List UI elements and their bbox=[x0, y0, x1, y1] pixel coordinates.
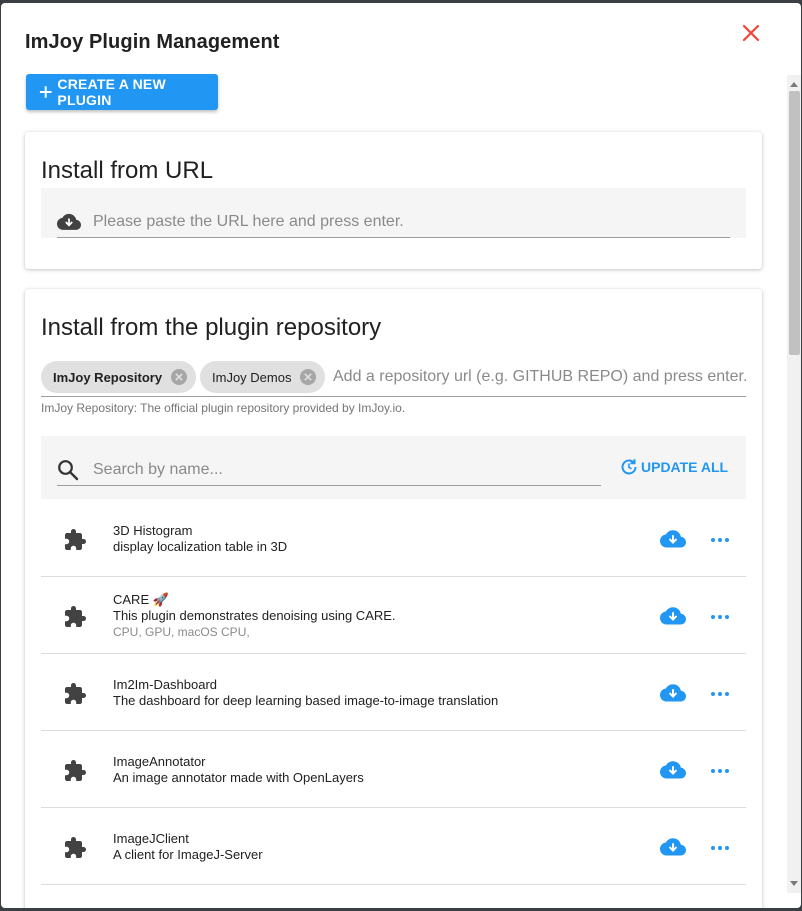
plugin-name: Im2Im-Dashboard bbox=[113, 677, 218, 692]
install-plugin-icon[interactable] bbox=[660, 606, 686, 626]
plugin-name: ImageAnnotator bbox=[113, 754, 206, 769]
url-input[interactable]: Please paste the URL here and press ente… bbox=[41, 188, 746, 238]
plugin-tags: CPU, GPU, macOS CPU, bbox=[113, 625, 250, 639]
more-options-icon[interactable] bbox=[709, 767, 731, 775]
puzzle-icon bbox=[65, 837, 86, 858]
update-all-label: UPDATE ALL bbox=[641, 459, 729, 475]
remove-chip-icon[interactable] bbox=[299, 368, 317, 386]
plugin-item-imagejclient[interactable]: ImageJClient A client for ImageJ-Server bbox=[41, 808, 746, 885]
chip-label: ImJoy Demos bbox=[212, 369, 292, 385]
chip-imjoy-repository[interactable]: ImJoy Repository bbox=[41, 361, 196, 393]
install-from-url-card: Install from URL Please paste the URL he… bbox=[25, 132, 762, 269]
dialog-content: CREATE A NEW PLUGIN Install from URL Ple… bbox=[1, 71, 801, 908]
more-options-icon[interactable] bbox=[709, 613, 731, 621]
install-plugin-icon[interactable] bbox=[660, 837, 686, 857]
plugin-name: 3D Histogram bbox=[113, 523, 193, 538]
puzzle-icon bbox=[65, 529, 86, 550]
plugin-management-dialog: ImJoy Plugin Management CREATE A NEW PLU… bbox=[1, 3, 801, 908]
create-new-plugin-button[interactable]: CREATE A NEW PLUGIN bbox=[26, 74, 218, 110]
more-options-icon[interactable] bbox=[709, 536, 731, 544]
repository-selector[interactable]: ImJoy Repository ImJoy Demos Add a repos… bbox=[41, 361, 747, 397]
install-plugin-icon[interactable] bbox=[660, 683, 686, 703]
plugin-description: An image annotator made with OpenLayers bbox=[113, 770, 364, 785]
install-from-repository-card: Install from the plugin repository ImJoy… bbox=[25, 289, 762, 908]
plugin-description: display localization table in 3D bbox=[113, 539, 288, 554]
more-options-icon[interactable] bbox=[709, 690, 731, 698]
dialog-title: ImJoy Plugin Management bbox=[25, 31, 280, 53]
url-input-placeholder: Please paste the URL here and press ente… bbox=[93, 213, 404, 230]
plugin-item-3d-histogram[interactable]: 3D Histogram display localization table … bbox=[41, 500, 746, 577]
search-underline bbox=[57, 485, 601, 486]
puzzle-icon bbox=[65, 760, 86, 781]
puzzle-icon bbox=[65, 683, 86, 704]
search-icon bbox=[58, 460, 79, 481]
install-plugin-icon[interactable] bbox=[660, 760, 686, 780]
chip-label: ImJoy Repository bbox=[53, 369, 163, 385]
install-plugin-icon[interactable] bbox=[660, 529, 686, 549]
plugin-item-care[interactable]: CARE 🚀 This plugin demonstrates denoisin… bbox=[41, 577, 746, 654]
install-from-url-title: Install from URL bbox=[41, 157, 214, 184]
chip-imjoy-demos[interactable]: ImJoy Demos bbox=[200, 361, 325, 393]
plugin-description: This plugin demonstrates denoising using… bbox=[113, 608, 396, 623]
plugin-description: A client for ImageJ-Server bbox=[113, 847, 263, 862]
close-icon bbox=[742, 24, 760, 42]
scroll-down-arrow-icon[interactable] bbox=[790, 881, 798, 887]
search-input[interactable]: Search by name... bbox=[93, 461, 223, 479]
cloud-download-icon bbox=[57, 213, 81, 230]
more-options-icon[interactable] bbox=[709, 844, 731, 852]
plugin-list: 3D Histogram display localization table … bbox=[41, 500, 746, 885]
url-input-underline bbox=[57, 237, 730, 238]
repository-url-input[interactable]: Add a repository url (e.g. GITHUB REPO) … bbox=[333, 368, 747, 386]
plugin-item-imageannotator[interactable]: ImageAnnotator An image annotator made w… bbox=[41, 731, 746, 808]
remove-chip-icon[interactable] bbox=[170, 368, 188, 386]
repository-hint: ImJoy Repository: The official plugin re… bbox=[41, 401, 406, 415]
plugin-item-im2im-dashboard[interactable]: Im2Im-Dashboard The dashboard for deep l… bbox=[41, 654, 746, 731]
update-icon bbox=[621, 459, 637, 475]
scrollbar-thumb[interactable] bbox=[789, 91, 800, 355]
scroll-up-arrow-icon[interactable] bbox=[790, 81, 798, 87]
puzzle-icon bbox=[65, 606, 86, 627]
plugin-name: ImageJClient bbox=[113, 831, 189, 846]
create-new-plugin-label: CREATE A NEW PLUGIN bbox=[57, 76, 166, 108]
update-all-button[interactable]: UPDATE ALL bbox=[619, 457, 728, 477]
plugin-name: CARE 🚀 bbox=[113, 592, 169, 607]
install-from-repository-title: Install from the plugin repository bbox=[41, 314, 382, 341]
close-button[interactable] bbox=[739, 21, 763, 45]
plugin-search-bar: Search by name... UPDATE ALL bbox=[41, 436, 746, 499]
plugin-description: The dashboard for deep learning based im… bbox=[113, 693, 499, 708]
plus-icon bbox=[39, 86, 52, 98]
